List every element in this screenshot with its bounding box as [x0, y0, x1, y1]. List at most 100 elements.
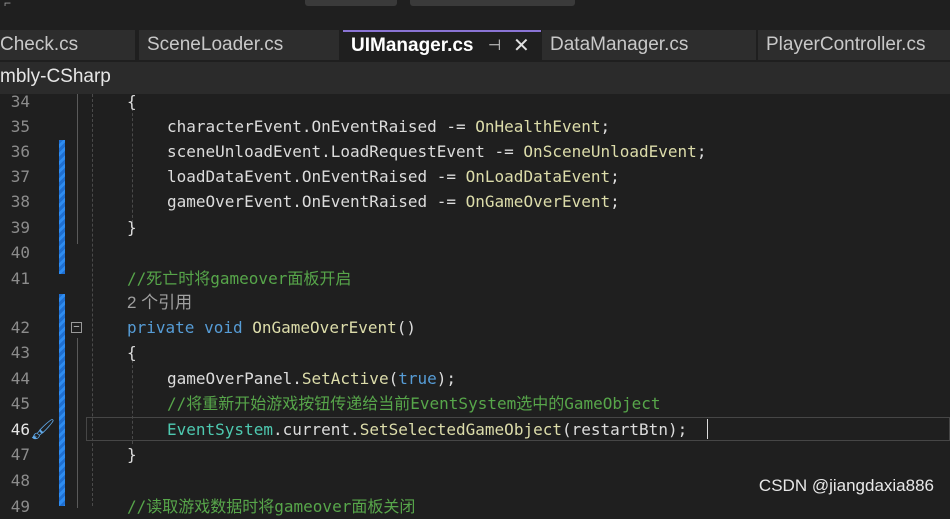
code-line: 37 loadDataEvent.OnEventRaised -= OnLoad… — [0, 164, 950, 189]
toolbar-dropdown[interactable] — [305, 0, 397, 6]
code-token: loadDataEvent — [167, 167, 293, 186]
quick-actions-brush-icon[interactable]: 🖌 — [30, 417, 55, 442]
line-number: 35 — [10, 117, 30, 136]
code-token: ; — [600, 117, 611, 136]
code-token: ; — [610, 192, 620, 211]
tab-label: SceneLoader.cs — [147, 34, 284, 55]
code-token: -= — [427, 192, 466, 211]
code-token: . — [350, 420, 360, 439]
code-token: . — [292, 192, 302, 211]
code-token: EventSystem — [167, 420, 273, 439]
tab-label: DataManager.cs — [550, 34, 689, 55]
line-number: 38 — [10, 192, 30, 211]
code-line: 39 } — [0, 215, 950, 240]
close-icon[interactable]: ✕ — [513, 32, 530, 60]
tab-playercontroller[interactable]: PlayerController.cs — [758, 30, 950, 60]
code-line: 35 characterEvent.OnEventRaised -= OnHea… — [0, 114, 950, 139]
code-token: -= — [484, 142, 524, 161]
title-toolbar: ⌐ — [0, 0, 950, 29]
code-token: current — [282, 420, 351, 439]
code-comment: //死亡时将gameover面板开启 — [127, 269, 352, 288]
code-editor[interactable]: − 34 { 35 characterEvent.OnEventRaised -… — [0, 92, 950, 516]
line-number: 44 — [10, 369, 30, 388]
codelens-line: 2 个引用 — [0, 290, 950, 315]
code-token: . — [292, 369, 302, 388]
code-text: { — [127, 343, 137, 362]
line-number: 37 — [10, 167, 30, 186]
toolbar-dropdown[interactable] — [410, 0, 575, 6]
code-token: (restartBtn); — [561, 420, 688, 439]
line-number: 47 — [10, 445, 30, 464]
code-token: characterEvent — [167, 117, 302, 136]
code-text: private void OnGameOverEvent() — [127, 315, 416, 340]
line-number: 40 — [10, 243, 30, 262]
code-token: () — [396, 318, 417, 337]
line-number: 43 — [10, 343, 30, 362]
code-token: true — [398, 369, 437, 388]
code-text: } — [127, 445, 137, 464]
tab-sceneloader[interactable]: SceneLoader.cs — [139, 30, 339, 60]
code-line: 41 //死亡时将gameover面板开启 — [0, 266, 950, 291]
code-token: SetSelectedGameObject — [359, 420, 562, 439]
code-text: loadDataEvent.OnEventRaised -= OnLoadDat… — [167, 164, 620, 189]
code-line: 47 } — [0, 442, 950, 467]
line-number: 41 — [10, 269, 30, 288]
code-line: 44 gameOverPanel.SetActive(true); — [0, 366, 950, 391]
code-token: SetActive — [301, 369, 389, 388]
code-text: characterEvent.OnEventRaised -= OnHealth… — [167, 114, 610, 139]
code-token: OnGameOverEvent — [252, 318, 397, 337]
line-number: 36 — [10, 142, 30, 161]
code-line: 45 //将重新开始游戏按钮传递给当前EventSystem选中的GameObj… — [0, 391, 950, 416]
code-comment: //将重新开始游戏按钮传递给当前EventSystem选中的GameObject — [167, 394, 661, 413]
document-tabs: Check.cs SceneLoader.cs UIManager.cs ⊣ ✕… — [0, 28, 950, 62]
code-text: EventSystem.current.SetSelectedGameObjec… — [167, 417, 687, 442]
tab-label: Check.cs — [0, 34, 79, 55]
code-token: OnEventRaised — [311, 117, 437, 136]
code-text: gameOverEvent.OnEventRaised -= OnGameOve… — [167, 189, 620, 214]
code-token: private — [127, 318, 195, 337]
references-codelens[interactable]: 2 个引用 — [127, 290, 192, 315]
code-token: ); — [436, 369, 457, 388]
tab-label: UIManager.cs — [351, 35, 474, 56]
line-number: 49 — [10, 497, 30, 516]
line-number: 45 — [10, 394, 30, 413]
code-token: LoadRequestEvent — [330, 142, 485, 161]
tab-datamanager[interactable]: DataManager.cs — [542, 30, 756, 60]
code-token: OnSceneUnloadEvent — [523, 142, 697, 161]
code-token: . — [301, 117, 312, 136]
code-token: ( — [388, 369, 399, 388]
code-token: gameOverEvent — [167, 192, 293, 211]
tab-check[interactable]: Check.cs — [0, 30, 135, 60]
pin-icon[interactable]: ⊣ — [488, 32, 501, 60]
code-text: sceneUnloadEvent.LoadRequestEvent -= OnS… — [167, 139, 706, 164]
line-number: 39 — [10, 218, 30, 237]
line-number: 48 — [10, 471, 30, 490]
code-token: ; — [696, 142, 707, 161]
code-line: 38 gameOverEvent.OnEventRaised -= OnGame… — [0, 189, 950, 214]
code-token: OnGameOverEvent — [465, 192, 611, 211]
code-line: 40 — [0, 240, 950, 265]
code-token: . — [321, 142, 331, 161]
tab-label: PlayerController.cs — [766, 34, 926, 55]
code-token: -= — [436, 117, 476, 136]
code-text: } — [127, 218, 137, 237]
code-line: 34 { — [0, 89, 950, 114]
code-line: 43 { — [0, 340, 950, 365]
project-label: mbly-CSharp — [0, 66, 111, 87]
tab-uimanager[interactable]: UIManager.cs ⊣ ✕ — [343, 30, 541, 60]
watermark: CSDN @jiangdaxia886 — [758, 476, 934, 495]
code-text: { — [127, 92, 137, 111]
text-caret — [707, 419, 708, 439]
code-token: OnEventRaised — [301, 167, 428, 186]
code-token: -= — [427, 167, 466, 186]
code-token: void — [204, 318, 243, 337]
code-token: ; — [610, 167, 620, 186]
code-text: gameOverPanel.SetActive(true); — [167, 366, 456, 391]
line-number: 46 — [10, 420, 30, 439]
code-token: . — [292, 167, 302, 186]
code-token: sceneUnloadEvent — [167, 142, 322, 161]
line-number: 34 — [10, 92, 30, 111]
code-line-current: 46 🖌 EventSystem.current.SetSelectedGame… — [0, 417, 950, 442]
